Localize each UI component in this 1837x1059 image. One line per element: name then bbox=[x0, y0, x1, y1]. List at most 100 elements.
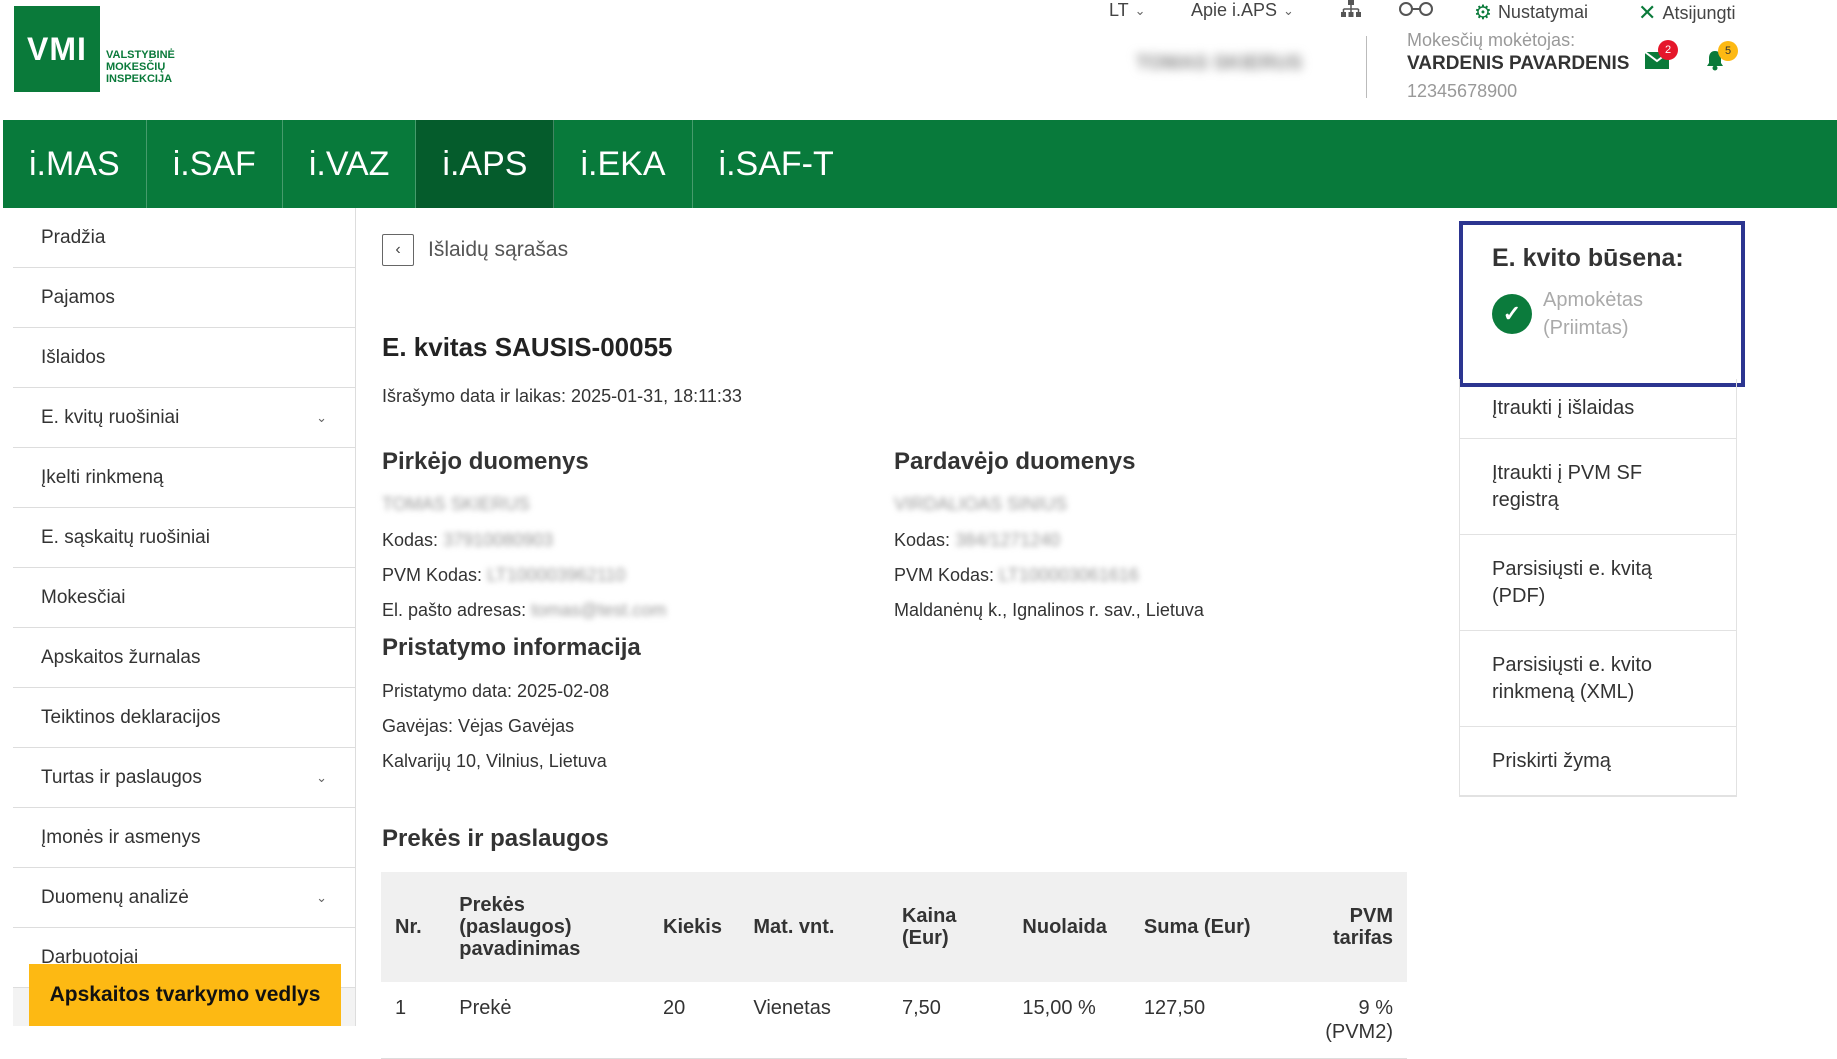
logout-label: Atsijungti bbox=[1662, 2, 1736, 23]
action-add-to-expenses[interactable]: Įtraukti į išlaidas bbox=[1460, 379, 1736, 439]
buyer-vat: PVM Kodas: LT100003962110 bbox=[382, 565, 626, 586]
header-divider bbox=[1366, 36, 1367, 98]
buyer-email-label: El. pašto adresas: bbox=[382, 600, 527, 620]
about-label: Apie i.APS bbox=[1191, 0, 1278, 20]
buyer-vat-label: PVM Kodas: bbox=[382, 565, 483, 585]
buyer-code-value: 37910080903 bbox=[443, 530, 554, 550]
sidebar-item-companies[interactable]: Įmonės ir asmenys bbox=[13, 808, 355, 868]
sidebar-item-journal[interactable]: Apskaitos žurnalas bbox=[13, 628, 355, 688]
user-name[interactable]: TOMAS SKIERUS bbox=[1136, 52, 1326, 74]
buyer-name-value: TOMAS SKIERUS bbox=[382, 494, 530, 514]
col-vat-rate: PVM tarifas bbox=[1308, 872, 1407, 982]
issue-datetime: Išrašymo data ir laikas: 2025-01-31, 18:… bbox=[382, 386, 742, 406]
logout-link[interactable]: ✕ Atsijungti bbox=[1638, 0, 1735, 26]
actions-list: Įtraukti į išlaidas Įtraukti į PVM SF re… bbox=[1459, 379, 1737, 797]
seller-code: Kodas: 384/1271240 bbox=[894, 530, 1060, 551]
page-title: E. kvitas SAUSIS-00055 bbox=[382, 332, 673, 362]
cell-name: Prekė bbox=[445, 982, 650, 1059]
buyer-email-value: tomas@test.com bbox=[531, 600, 667, 620]
messages-button[interactable]: 2 bbox=[1644, 40, 1678, 75]
col-sum: Suma (Eur) bbox=[1129, 872, 1309, 982]
cell-qty: 20 bbox=[649, 982, 740, 1059]
close-icon: ✕ bbox=[1638, 0, 1657, 25]
cell-unit: Vienetas bbox=[739, 982, 888, 1059]
messages-badge: 2 bbox=[1658, 40, 1678, 60]
sidebar-item-receipt-drafts[interactable]: E. kvitų ruošiniai ⌄ bbox=[13, 388, 355, 448]
sidebar-item-data-analysis[interactable]: Duomenų analizė ⌄ bbox=[13, 868, 355, 928]
tab-isaf[interactable]: i.SAF bbox=[147, 120, 283, 208]
delivery-date: Pristatymo data: 2025-02-08 bbox=[382, 681, 610, 701]
sidebar-item-label: Įmonės ir asmenys bbox=[41, 826, 201, 848]
taxpayer-name: VARDENIS PAVARDENIS bbox=[1407, 53, 1630, 74]
status-line-1: Apmokėtas bbox=[1543, 289, 1644, 311]
goods-title: Prekės ir paslaugos bbox=[382, 825, 609, 852]
action-download-pdf[interactable]: Parsisiųsti e. kvitą (PDF) bbox=[1460, 535, 1736, 631]
sidebar-item-label: Turtas ir paslaugos bbox=[41, 766, 202, 788]
settings-link[interactable]: ⚙ Nustatymai bbox=[1474, 0, 1588, 25]
col-unit: Mat. vnt. bbox=[739, 872, 888, 982]
back-link[interactable]: Išlaidų sąrašas bbox=[428, 238, 568, 262]
taxpayer-code: 12345678900 bbox=[1407, 81, 1518, 101]
about-menu[interactable]: Apie i.APS ⌄ bbox=[1191, 0, 1294, 21]
sidebar-item-label: Apskaitos žurnalas bbox=[41, 646, 201, 668]
sidebar-item-label: Pradžia bbox=[41, 226, 106, 248]
sidebar-item-income[interactable]: Pajamos bbox=[13, 268, 355, 328]
sitemap-icon[interactable] bbox=[1340, 0, 1362, 18]
notifications-button[interactable]: 5 bbox=[1704, 41, 1738, 76]
action-assign-tag[interactable]: Priskirti žymą bbox=[1460, 727, 1736, 796]
status-title: E. kvito būsena: bbox=[1492, 244, 1684, 272]
cell-nr: 1 bbox=[381, 982, 446, 1059]
chevron-down-icon: ⌄ bbox=[316, 409, 327, 425]
sidebar-item-assets[interactable]: Turtas ir paslaugos ⌄ bbox=[13, 748, 355, 808]
seller-address: Maldanėnų k., Ignalinos r. sav., Lietuva bbox=[894, 600, 1204, 620]
action-add-to-vat-register[interactable]: Įtraukti į PVM SF registrą bbox=[1460, 439, 1736, 535]
delivery-title: Pristatymo informacija bbox=[382, 634, 641, 661]
status-line-2: (Priimtas) bbox=[1543, 317, 1629, 339]
table-row: 1 Prekė 20 Vienetas 7,50 15,00 % 127,50 … bbox=[381, 982, 1407, 1059]
buyer-title: Pirkėjo duomenys bbox=[382, 448, 589, 475]
sidebar-item-label: Įkelti rinkmeną bbox=[41, 466, 164, 488]
tab-ieka[interactable]: i.EKA bbox=[554, 120, 693, 208]
back-button[interactable]: ‹ bbox=[382, 234, 414, 266]
logo-text: VALSTYBINĖ MOKESČIŲ INSPEKCIJA bbox=[106, 49, 175, 85]
seller-vat-value: LT100003061616 bbox=[999, 565, 1139, 585]
sidebar-item-upload-file[interactable]: Įkelti rinkmeną bbox=[13, 448, 355, 508]
status-value: Apmokėtas (Priimtas) bbox=[1543, 286, 1693, 342]
glasses-icon[interactable] bbox=[1398, 0, 1434, 16]
settings-label: Nustatymai bbox=[1497, 2, 1588, 22]
sidebar-item-declarations[interactable]: Teiktinos deklaracijos bbox=[13, 688, 355, 748]
vmi-logo[interactable]: VMI bbox=[14, 6, 100, 92]
sidebar-item-invoice-drafts[interactable]: E. sąskaitų ruošiniai bbox=[13, 508, 355, 568]
sidebar-item-taxes[interactable]: Mokesčiai bbox=[13, 568, 355, 628]
seller-name: VIRDALIOAS SINIUS bbox=[894, 494, 1067, 515]
sidebar-item-home[interactable]: Pradžia bbox=[13, 208, 355, 268]
cell-sum: 127,50 bbox=[1129, 982, 1309, 1059]
language-label: LT bbox=[1109, 0, 1129, 20]
buyer-email: El. pašto adresas: tomas@test.com bbox=[382, 600, 666, 621]
col-nr: Nr. bbox=[381, 872, 446, 982]
language-selector[interactable]: LT ⌄ bbox=[1109, 0, 1146, 21]
logo-line-3: INSPEKCIJA bbox=[106, 73, 173, 85]
module-nav: i.MAS i.SAF i.VAZ i.APS i.EKA i.SAF-T bbox=[3, 120, 1837, 208]
buyer-code-label: Kodas: bbox=[382, 530, 439, 550]
gear-icon: ⚙ bbox=[1474, 2, 1492, 24]
tab-isaf-t[interactable]: i.SAF-T bbox=[693, 120, 860, 208]
col-qty: Kiekis bbox=[649, 872, 740, 982]
col-discount: Nuolaida bbox=[1008, 872, 1130, 982]
chevron-left-icon: ‹ bbox=[395, 241, 401, 258]
tab-iaps[interactable]: i.APS bbox=[416, 120, 555, 208]
seller-title: Pardavėjo duomenys bbox=[894, 448, 1136, 475]
sidebar-item-expenses[interactable]: Išlaidos bbox=[13, 328, 355, 388]
action-download-xml[interactable]: Parsisiųsti e. kvito rinkmeną (XML) bbox=[1460, 631, 1736, 727]
accounting-wizard-button[interactable]: Apskaitos tvarkymo vedlys bbox=[29, 964, 341, 1026]
goods-table: Nr. Prekės (paslaugos) pavadinimas Kieki… bbox=[381, 872, 1407, 1059]
seller-code-value: 384/1271240 bbox=[955, 530, 1061, 550]
logo-line-1: VALSTYBINĖ bbox=[106, 49, 175, 61]
sidebar-item-label: Teiktinos deklaracijos bbox=[41, 706, 221, 728]
cell-vat-rate: 9 % (PVM2) bbox=[1308, 982, 1407, 1059]
col-price: Kaina (Eur) bbox=[887, 872, 1009, 982]
tab-imas[interactable]: i.MAS bbox=[3, 120, 147, 208]
cell-discount: 15,00 % bbox=[1008, 982, 1130, 1059]
seller-code-label: Kodas: bbox=[894, 530, 951, 550]
tab-ivaz[interactable]: i.VAZ bbox=[283, 120, 417, 208]
